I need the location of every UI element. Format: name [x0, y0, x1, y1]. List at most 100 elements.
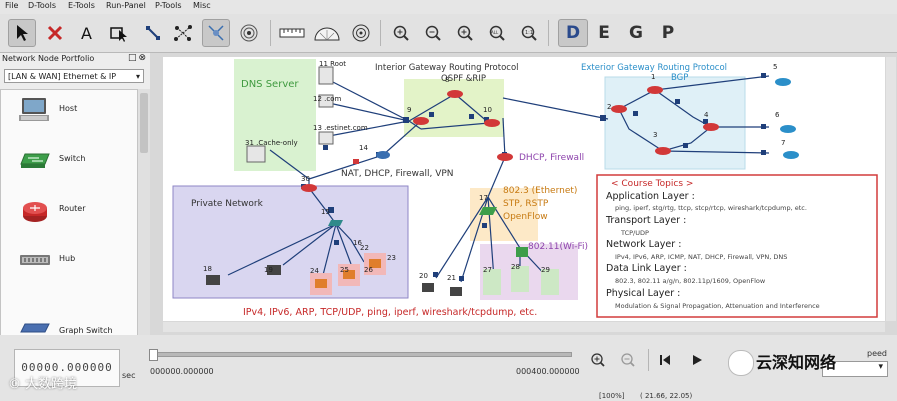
category-select[interactable]: [LAN & WAN] Ethernet & IP ▾ [4, 69, 144, 83]
canvas-vertical-scrollbar[interactable] [886, 57, 896, 321]
text-tool-button[interactable]: A [74, 20, 100, 46]
device-host[interactable]: Host [1, 90, 138, 140]
antenna-tool-button[interactable] [236, 20, 262, 46]
graph-switch-icon [20, 323, 50, 333]
protocols-label: IPv4, IPv6, ARP, TCP/UDP, ping, iperf, w… [243, 307, 537, 318]
delete-tool-button[interactable] [42, 20, 68, 46]
ethernet-label: 802.3 (Ethernet) [503, 186, 577, 196]
menu-file[interactable]: File [5, 1, 18, 10]
text-a-icon: A [81, 24, 92, 42]
time-slider[interactable] [149, 349, 572, 361]
subnet-tool-button[interactable] [170, 20, 196, 46]
router-icon [484, 119, 500, 127]
protractor-tool-button[interactable] [312, 20, 342, 46]
nat-label: NAT, DHCP, Firewall, VPN [341, 169, 454, 179]
node-label: 29 [541, 266, 550, 274]
zoom-in-button[interactable] [587, 349, 609, 371]
rect-select-tool-button[interactable] [106, 20, 132, 46]
zoom-reset-button[interactable]: 1:1 [516, 20, 542, 46]
igp-title: Interior Gateway Routing Protocol [375, 63, 519, 73]
node-label: 28 [511, 263, 520, 271]
mode-e-button[interactable]: E [590, 20, 618, 46]
sec-label: sec [122, 371, 136, 380]
host-computer-icon [450, 287, 462, 296]
datalink-layer-title: Data Link Layer : [606, 263, 687, 274]
node-label: 18 [203, 265, 212, 273]
node-label: 15 [321, 208, 330, 216]
node-label: 25 [340, 266, 349, 274]
time-slider-handle[interactable] [149, 349, 158, 361]
node-label: 21 [447, 274, 456, 282]
arrow-cursor-icon [17, 25, 28, 41]
layout-icon [208, 25, 224, 41]
menu-misc[interactable]: Misc [193, 1, 211, 10]
menu-e-tools[interactable]: E-Tools [68, 1, 95, 10]
ruler-tool-button[interactable] [278, 20, 306, 46]
zoom-all-icon: ALL [489, 25, 505, 41]
menu-run-panel[interactable]: Run-Panel [106, 1, 146, 10]
red-x-icon [47, 25, 63, 41]
speed-label: peed [867, 349, 887, 358]
node-label: 14 [359, 144, 368, 152]
cache-server-icon [246, 145, 266, 163]
auto-layout-tool-button[interactable] [202, 19, 230, 47]
chevron-down-icon: ▾ [878, 362, 883, 372]
subnet-icon [174, 25, 192, 41]
category-select-value: [LAN & WAN] Ethernet & IP [8, 72, 117, 81]
access-point-icon [516, 247, 528, 257]
topology-canvas[interactable]: DNS Server Interior Gateway Routing Prot… [163, 57, 885, 321]
zoom-all-button[interactable]: ALL [484, 20, 510, 46]
wechat-logo-icon [728, 350, 754, 376]
watermark-left: © 大数跨境 [8, 377, 78, 392]
antenna-icon [240, 24, 258, 42]
node-label: 19 [264, 266, 273, 274]
device-switch[interactable]: Switch [1, 140, 138, 190]
datalink-layer-items: 802.3, 802.11 a/g/n, 802.11p/1609, OpenF… [615, 277, 766, 285]
host-computer-icon [19, 98, 49, 121]
play-button[interactable] [686, 349, 708, 371]
device-list: Host Switch Router Hub Graph Switch [0, 89, 139, 337]
node-label: 26 [364, 266, 373, 274]
transport-layer-title: Transport Layer : [605, 215, 686, 226]
menu-p-tools[interactable]: P-Tools [155, 1, 182, 10]
link-tool-button[interactable] [140, 20, 166, 46]
skip-to-start-button[interactable] [654, 349, 676, 371]
dns-region-label: DNS Server [241, 79, 299, 90]
openflow-label: OpenFlow [503, 212, 548, 222]
mode-p-button[interactable]: P [654, 20, 682, 46]
node-label: 27 [483, 266, 492, 274]
device-hub[interactable]: Hub [1, 240, 138, 290]
mode-d-button[interactable]: D [558, 19, 588, 47]
node-label: 7 [781, 139, 785, 147]
zoom-out-icon [425, 25, 441, 41]
network-layer-items: IPv4, IPv6, ARP, ICMP, NAT, DHCP, Firewa… [615, 253, 787, 261]
canvas-horizontal-scrollbar[interactable] [163, 322, 885, 332]
cursor-coords: ( 21.66, 22.05) [640, 392, 693, 400]
router-icon [315, 279, 327, 288]
panel-window-controls[interactable]: □⊗ [128, 53, 148, 63]
svg-text:A: A [81, 24, 92, 42]
node-label: 1 [651, 73, 655, 81]
zoom-out-button[interactable] [617, 349, 639, 371]
topology-diagram: DNS Server Interior Gateway Routing Prot… [172, 59, 878, 318]
device-label: Host [59, 104, 78, 113]
target-tool-button[interactable] [348, 20, 374, 46]
select-tool-button[interactable] [8, 19, 36, 47]
zoom-fit-icon [457, 25, 473, 41]
zoom-out-button[interactable] [420, 20, 446, 46]
device-label: Router [59, 204, 86, 213]
menu-d-tools[interactable]: D-Tools [28, 1, 56, 10]
zoom-in-icon [393, 25, 409, 41]
time-end: 000400.000000 [516, 367, 580, 376]
svg-text:1:1: 1:1 [525, 30, 533, 36]
mode-g-button[interactable]: G [622, 20, 650, 46]
panel-scrollbar[interactable] [137, 89, 150, 335]
device-graph-switch[interactable]: Graph Switch [1, 290, 138, 336]
device-router[interactable]: Router [1, 190, 138, 240]
node-label: 11 Root [319, 60, 346, 68]
zoom-in-button[interactable] [388, 20, 414, 46]
ruler-icon [279, 28, 305, 38]
zoom-fit-button[interactable] [452, 20, 478, 46]
svg-text:ALL: ALL [491, 30, 499, 35]
router-icon [447, 90, 463, 98]
